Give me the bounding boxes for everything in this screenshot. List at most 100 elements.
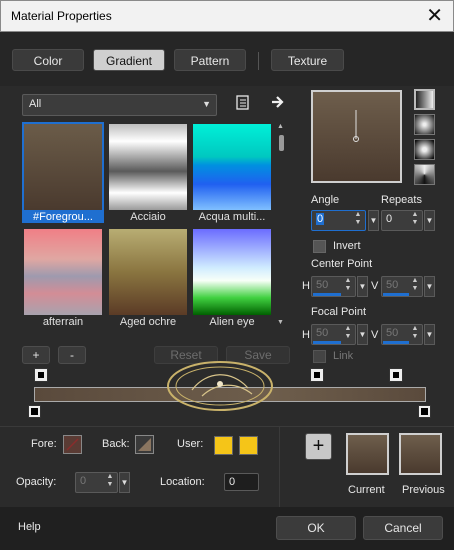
opacity-dropdown-icon[interactable]: ▼	[119, 472, 130, 493]
sunburst-gradient-style-icon[interactable]	[414, 164, 435, 185]
radial-gradient-style-icon[interactable]	[414, 139, 435, 160]
focal-h-label: H	[302, 329, 310, 341]
repeats-input[interactable]: 0 ▲ ▼	[381, 210, 423, 231]
stop-marker-icon	[31, 408, 38, 415]
cancel-button[interactable]: Cancel	[363, 516, 443, 540]
center-h-label: H	[302, 280, 310, 292]
category-select-value: All	[29, 98, 42, 110]
location-label: Location:	[160, 476, 205, 488]
spinner-arrows-icon[interactable]: ▲ ▼	[105, 473, 115, 489]
angle-input[interactable]: 0 ▲ ▼	[311, 210, 366, 231]
focal-v-input[interactable]: 50 ▲ ▼	[381, 324, 423, 345]
center-v-label: V	[371, 280, 379, 292]
tab-color[interactable]: Color	[12, 49, 84, 71]
help-link[interactable]: Help	[18, 521, 41, 533]
gradient-label: Acciaio	[130, 211, 166, 223]
opacity-stop-start[interactable]	[34, 368, 48, 382]
repeats-label: Repeats	[381, 194, 422, 206]
back-label: Back:	[102, 438, 130, 450]
spinner-arrows-icon[interactable]: ▲ ▼	[353, 211, 363, 227]
center-v-dropdown-icon[interactable]: ▼	[424, 276, 435, 297]
clipboard-icon[interactable]	[235, 95, 251, 111]
invert-checkbox[interactable]	[313, 240, 326, 253]
back-swatch[interactable]	[135, 435, 154, 454]
focal-v-bar	[383, 341, 409, 344]
current-material-swatch[interactable]	[346, 433, 389, 475]
arrow-right-icon[interactable]	[270, 94, 286, 110]
center-v-value: 50	[386, 279, 399, 291]
focal-v-dropdown-icon[interactable]: ▼	[424, 324, 435, 345]
tab-gradient[interactable]: Gradient	[93, 49, 165, 71]
spinner-arrows-icon[interactable]: ▲ ▼	[343, 325, 353, 341]
gradient-item-aged-ochre[interactable]: Aged ochre	[109, 229, 187, 328]
tab-texture[interactable]: Texture	[271, 49, 344, 71]
previous-label: Previous	[402, 484, 445, 496]
rectangular-gradient-style-icon[interactable]	[414, 114, 435, 135]
spinner-arrows-icon[interactable]: ▲ ▼	[343, 277, 353, 293]
fore-swatch[interactable]	[63, 435, 82, 454]
title-bar: Material Properties ✕	[0, 0, 454, 32]
previous-material-swatch[interactable]	[399, 433, 442, 475]
add-to-swatches-button[interactable]: +	[305, 433, 332, 460]
add-gradient-button[interactable]: +	[22, 346, 50, 364]
divider	[0, 426, 454, 427]
gradient-swatch	[24, 124, 102, 210]
gradient-label: Aged ochre	[119, 316, 177, 328]
stop-marker-icon	[393, 372, 399, 378]
scroll-up-icon[interactable]: ▲	[277, 123, 284, 130]
stop-marker-icon	[38, 372, 44, 378]
gradient-label: #Foregrou...	[22, 211, 104, 223]
fore-label: Fore:	[31, 438, 57, 450]
gradient-item-acciaio[interactable]: Acciaio	[109, 124, 187, 223]
center-h-value: 50	[316, 279, 329, 291]
angle-value: 0	[316, 213, 325, 225]
window-title: Material Properties	[11, 9, 112, 23]
scrollbar-thumb[interactable]	[279, 135, 284, 151]
gradient-item-alien-eye[interactable]: Alien eye	[193, 229, 271, 328]
gradient-direction-handle[interactable]	[313, 92, 400, 181]
tab-pattern[interactable]: Pattern	[174, 49, 246, 71]
remove-gradient-button[interactable]: -	[58, 346, 86, 364]
color-stop-start[interactable]	[28, 405, 41, 418]
center-point-label: Center Point	[311, 258, 373, 270]
user-swatch[interactable]	[214, 436, 233, 455]
focal-point-label: Focal Point	[311, 306, 367, 318]
focal-h-dropdown-icon[interactable]: ▼	[357, 324, 368, 345]
link-checkbox[interactable]	[313, 350, 326, 363]
angle-dropdown-icon[interactable]: ▼	[368, 210, 379, 231]
divider	[279, 427, 280, 507]
category-select[interactable]: All ▼	[22, 94, 217, 116]
focal-h-input[interactable]: 50 ▲ ▼	[311, 324, 356, 345]
gradient-swatch	[193, 124, 271, 210]
spinner-arrows-icon[interactable]: ▲ ▼	[410, 211, 420, 227]
focal-v-value: 50	[386, 327, 399, 339]
gradient-preview[interactable]	[311, 90, 402, 183]
invert-label: Invert	[333, 240, 361, 252]
gradient-label: afterrain	[42, 316, 84, 328]
close-icon[interactable]: ✕	[426, 4, 443, 28]
ok-button[interactable]: OK	[276, 516, 356, 540]
gradient-item-foreground[interactable]: #Foregrou...	[22, 122, 104, 223]
gallery-scrollbar[interactable]: ▲ ▼	[276, 121, 288, 329]
center-v-input[interactable]: 50 ▲ ▼	[381, 276, 423, 297]
opacity-input[interactable]: 0 ▲ ▼	[75, 472, 118, 493]
stop-marker-icon	[421, 408, 428, 415]
stop-marker-icon	[314, 372, 320, 378]
gradient-label: Acqua multi...	[198, 211, 266, 223]
linear-gradient-style-icon[interactable]	[414, 89, 435, 110]
user-color-picker[interactable]	[239, 436, 258, 455]
repeats-dropdown-icon[interactable]: ▼	[424, 210, 435, 231]
location-input[interactable]: 0	[224, 473, 259, 491]
watermark-logo	[167, 361, 273, 411]
gradient-editor[interactable]	[22, 361, 434, 422]
gradient-item-acqua-multi[interactable]: Acqua multi...	[193, 124, 271, 223]
gradient-item-afterrain[interactable]: afterrain	[24, 229, 102, 328]
opacity-stop-middle[interactable]	[310, 368, 324, 382]
center-h-input[interactable]: 50 ▲ ▼	[311, 276, 356, 297]
spinner-arrows-icon[interactable]: ▲ ▼	[410, 277, 420, 293]
spinner-arrows-icon[interactable]: ▲ ▼	[410, 325, 420, 341]
opacity-stop-right[interactable]	[389, 368, 403, 382]
color-stop-end[interactable]	[418, 405, 431, 418]
scroll-down-icon[interactable]: ▼	[277, 319, 284, 326]
center-h-dropdown-icon[interactable]: ▼	[357, 276, 368, 297]
